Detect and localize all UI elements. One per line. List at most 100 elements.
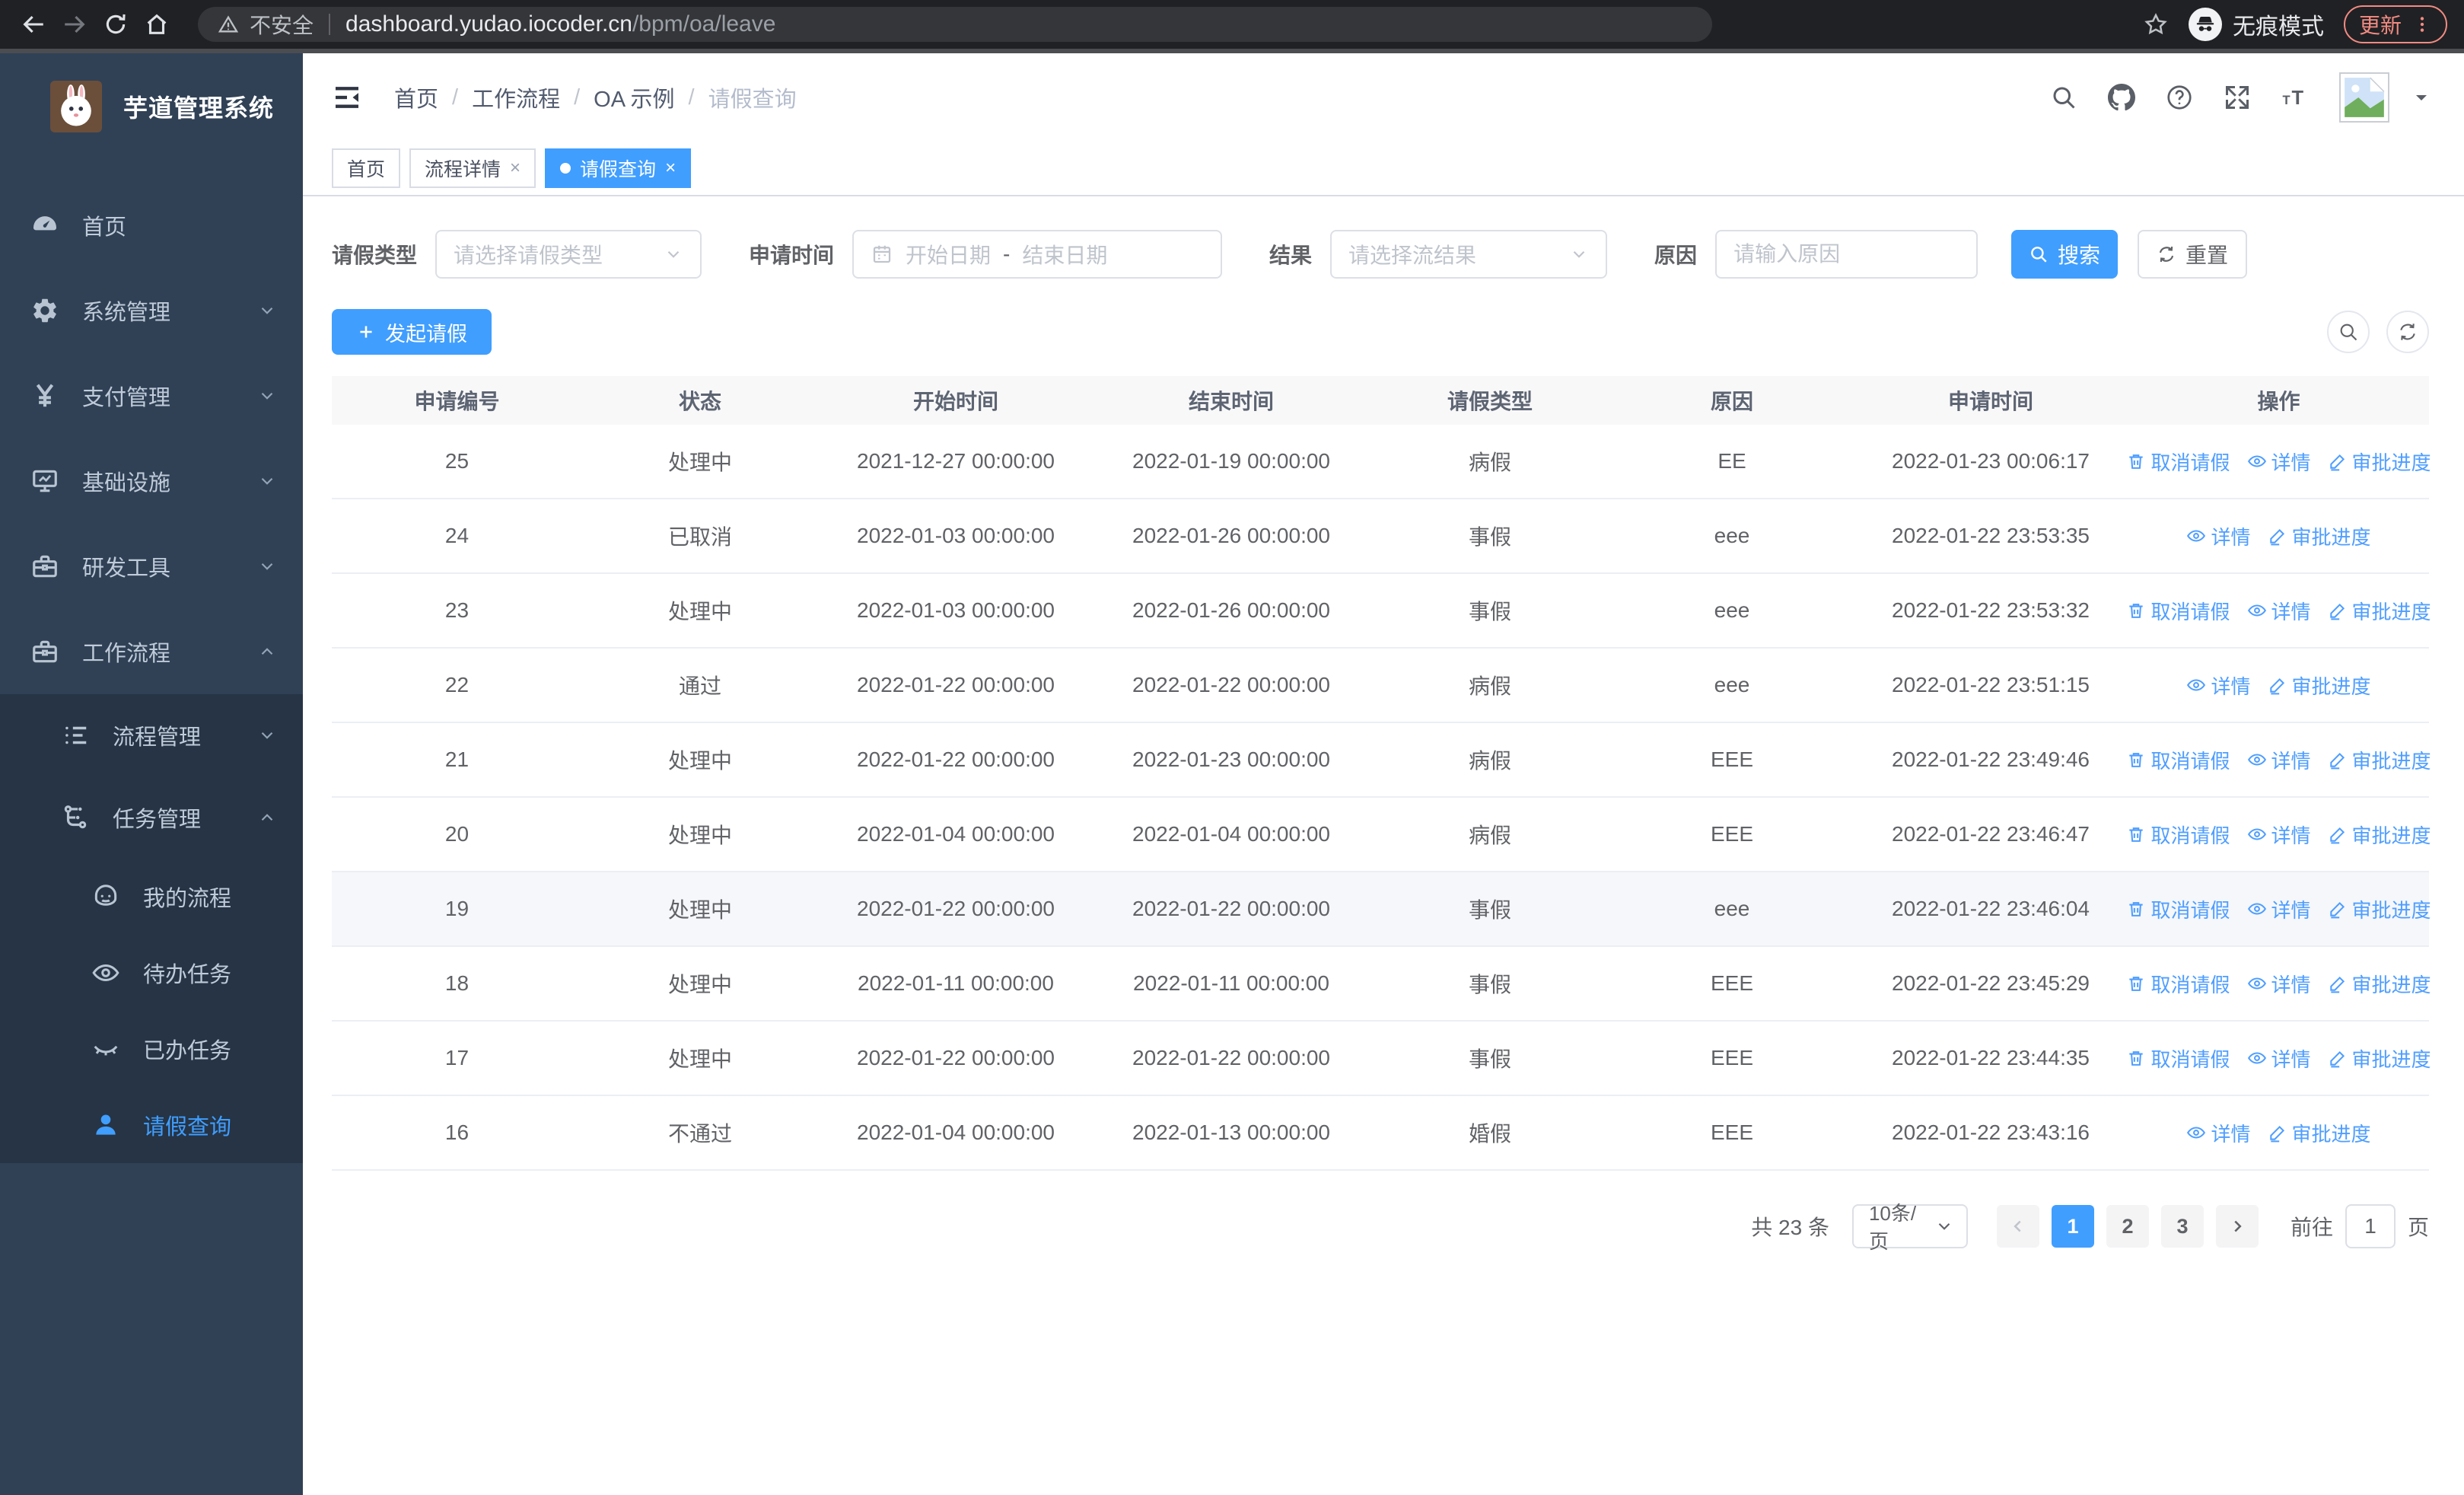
sidebar-item-待办任务[interactable]: 待办任务 xyxy=(0,935,303,1011)
sidebar-item-首页[interactable]: 首页 xyxy=(0,183,303,268)
detail-link[interactable]: 详情 xyxy=(2247,448,2311,476)
sidebar-item-基础设施[interactable]: 基础设施 xyxy=(0,438,303,524)
cancel-leave-link[interactable]: 取消请假 xyxy=(2126,597,2230,625)
detail-link[interactable]: 详情 xyxy=(2247,895,2311,923)
page-number-2[interactable]: 2 xyxy=(2106,1205,2149,1248)
detail-link[interactable]: 详情 xyxy=(2186,671,2251,700)
apply-time-range-picker[interactable]: 开始日期 - 结束日期 xyxy=(852,230,1223,279)
font-size-icon[interactable]: TT xyxy=(2281,84,2309,111)
breadcrumb-item[interactable]: OA 示例 xyxy=(594,81,674,113)
sidebar-item-工作流程[interactable]: 工作流程 xyxy=(0,609,303,694)
browser-menu-kebab-icon[interactable] xyxy=(2412,14,2432,34)
github-icon[interactable] xyxy=(2108,84,2135,111)
create-leave-button[interactable]: 发起请假 xyxy=(332,309,492,355)
progress-link[interactable]: 审批进度 xyxy=(2328,1044,2431,1073)
progress-link[interactable]: 审批进度 xyxy=(2328,597,2431,625)
pen-icon xyxy=(2328,1048,2348,1068)
progress-link[interactable]: 审批进度 xyxy=(2328,821,2431,849)
table-row[interactable]: 22 通过 2022-01-22 00:00:00 2022-01-22 00:00:… xyxy=(332,649,2429,723)
cancel-leave-link[interactable]: 取消请假 xyxy=(2126,895,2230,923)
sidebar-item-已办任务[interactable]: 已办任务 xyxy=(0,1011,303,1087)
search-button[interactable]: 搜索 xyxy=(2011,230,2119,279)
address-bar[interactable]: 不安全 dashboard.yudao.iocoder.cn/bpm/oa/le… xyxy=(198,7,1712,42)
sidebar-item-请假查询[interactable]: 请假查询 xyxy=(0,1087,303,1163)
close-icon[interactable]: × xyxy=(510,159,520,177)
cell-end: 2022-01-19 00:00:00 xyxy=(1132,449,1330,473)
progress-link[interactable]: 审批进度 xyxy=(2268,671,2371,700)
breadcrumb-item[interactable]: 工作流程 xyxy=(472,81,560,113)
page-size-select[interactable]: 10条/页 xyxy=(1851,1202,1968,1253)
table-row[interactable]: 16 不通过 2022-01-04 00:00:00 2022-01-13 00:00… xyxy=(332,1096,2429,1171)
detail-link[interactable]: 详情 xyxy=(2186,522,2251,550)
detail-link[interactable]: 详情 xyxy=(2247,746,2311,774)
tab-流程详情[interactable]: 流程详情 × xyxy=(409,148,536,188)
refresh-table-button[interactable] xyxy=(2386,311,2429,353)
detail-link[interactable]: 详情 xyxy=(2247,1044,2311,1073)
breadcrumb-separator: / xyxy=(452,84,459,110)
help-icon[interactable] xyxy=(2166,84,2193,111)
sidebar-item-系统管理[interactable]: 系统管理 xyxy=(0,268,303,353)
page-size-value: 10条/页 xyxy=(1868,1202,1917,1253)
browser-update-button[interactable]: 更新 xyxy=(2343,5,2447,43)
goto-page-input[interactable] xyxy=(2345,1204,2396,1248)
progress-link[interactable]: 审批进度 xyxy=(2268,1119,2371,1147)
table-row[interactable]: 18 处理中 2022-01-11 00:00:00 2022-01-11 00:00… xyxy=(332,947,2431,1022)
tab-请假查询[interactable]: 请假查询 × xyxy=(545,148,692,188)
cancel-leave-link[interactable]: 取消请假 xyxy=(2126,448,2230,476)
detail-link[interactable]: 详情 xyxy=(2186,1119,2251,1147)
chevron-right-icon xyxy=(2227,1216,2247,1236)
progress-link[interactable]: 审批进度 xyxy=(2268,522,2371,550)
pen-icon xyxy=(2268,526,2287,546)
search-icon[interactable] xyxy=(2050,84,2077,111)
detail-link[interactable]: 详情 xyxy=(2247,597,2311,625)
table-row[interactable]: 17 处理中 2022-01-22 00:00:00 2022-01-22 00:00… xyxy=(332,1022,2431,1096)
browser-forward-button[interactable] xyxy=(58,8,91,41)
avatar-caret-icon[interactable] xyxy=(2412,88,2431,107)
breadcrumb-item[interactable]: 首页 xyxy=(394,81,438,113)
table-row[interactable]: 19 处理中 2022-01-22 00:00:00 2022-01-22 00:00… xyxy=(332,872,2431,947)
cancel-leave-link[interactable]: 取消请假 xyxy=(2126,970,2230,998)
toggle-search-button[interactable] xyxy=(2327,311,2370,353)
progress-link[interactable]: 审批进度 xyxy=(2328,746,2431,774)
progress-link[interactable]: 审批进度 xyxy=(2328,448,2431,476)
cancel-leave-link[interactable]: 取消请假 xyxy=(2126,821,2230,849)
bookmark-star-icon[interactable] xyxy=(2143,11,2169,37)
table-row[interactable]: 20 处理中 2022-01-04 00:00:00 2022-01-04 00:00… xyxy=(332,798,2431,872)
browser-reload-button[interactable] xyxy=(99,8,132,41)
cancel-leave-link[interactable]: 取消请假 xyxy=(2126,746,2230,774)
progress-link-label: 审批进度 xyxy=(2351,451,2431,474)
detail-link[interactable]: 详情 xyxy=(2247,821,2311,849)
column-header-申请编号: 申请编号 xyxy=(414,390,500,413)
chevron-down-icon xyxy=(257,471,277,491)
table-row[interactable]: 21 处理中 2022-01-22 00:00:00 2022-01-23 00:00… xyxy=(332,723,2431,798)
table-row[interactable]: 24 已取消 2022-01-03 00:00:00 2022-01-26 00:00… xyxy=(332,499,2429,574)
prev-page-button[interactable] xyxy=(1996,1205,2039,1248)
result-select[interactable]: 请选择流结果 xyxy=(1330,230,1608,279)
table-row[interactable]: 25 处理中 2021-12-27 00:00:00 2022-01-19 00:00… xyxy=(332,425,2431,499)
fullscreen-icon[interactable] xyxy=(2224,84,2251,111)
detail-link[interactable]: 详情 xyxy=(2247,970,2311,998)
tab-首页[interactable]: 首页 xyxy=(332,148,401,188)
page-number-3[interactable]: 3 xyxy=(2160,1205,2204,1248)
table-row[interactable]: 23 处理中 2022-01-03 00:00:00 2022-01-26 00:00… xyxy=(332,574,2431,649)
next-page-button[interactable] xyxy=(2215,1205,2259,1248)
menu-fold-icon[interactable] xyxy=(332,82,362,113)
cell-start: 2022-01-22 00:00:00 xyxy=(857,1046,1055,1069)
sidebar-item-任务管理[interactable]: 任务管理 xyxy=(0,776,303,859)
user-avatar[interactable] xyxy=(2339,72,2389,123)
close-icon[interactable]: × xyxy=(665,159,676,177)
sidebar-item-支付管理[interactable]: 支付管理 xyxy=(0,353,303,438)
progress-link[interactable]: 审批进度 xyxy=(2328,970,2431,998)
reset-button[interactable]: 重置 xyxy=(2138,230,2248,279)
cancel-leave-link[interactable]: 取消请假 xyxy=(2126,1044,2230,1073)
page-number-1[interactable]: 1 xyxy=(2051,1205,2094,1248)
browser-home-button[interactable] xyxy=(140,8,173,41)
browser-back-button[interactable] xyxy=(17,8,50,41)
sidebar-item-我的流程[interactable]: 我的流程 xyxy=(0,859,303,935)
chevron-down-icon xyxy=(1934,1216,1954,1236)
sidebar-item-研发工具[interactable]: 研发工具 xyxy=(0,524,303,609)
leave-type-select[interactable]: 请选择请假类型 xyxy=(435,230,702,279)
reason-input[interactable] xyxy=(1733,242,1960,266)
sidebar-item-流程管理[interactable]: 流程管理 xyxy=(0,694,303,776)
progress-link[interactable]: 审批进度 xyxy=(2328,895,2431,923)
